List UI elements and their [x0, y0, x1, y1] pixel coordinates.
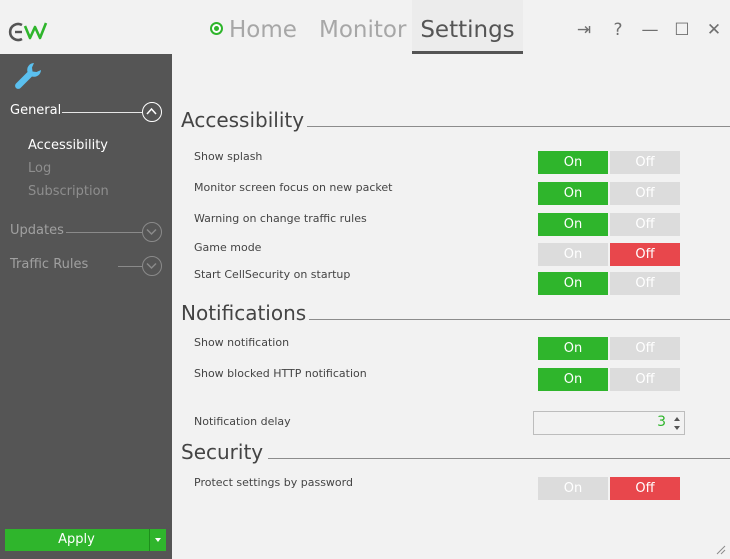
- sidebar-item-log[interactable]: Log: [28, 161, 51, 176]
- tab-settings[interactable]: Settings: [412, 0, 523, 54]
- title-bar: Home Monitor Settings ⇥ ? — ☐ ✕: [0, 0, 730, 54]
- tab-monitor-label: Monitor: [319, 17, 407, 43]
- setting-label: Warning on change traffic rules: [194, 212, 367, 225]
- toggle-off-option[interactable]: Off: [610, 182, 680, 205]
- tab-home-label: Home: [229, 17, 297, 43]
- toggle-start-on-startup[interactable]: On Off: [538, 272, 680, 295]
- toggle-on-option[interactable]: On: [538, 272, 608, 295]
- minimize-icon[interactable]: —: [640, 20, 660, 40]
- apply-dropdown-icon[interactable]: [149, 529, 166, 551]
- section-heading-security: Security: [181, 440, 264, 464]
- divider: [268, 458, 730, 459]
- sidebar-section-label: Traffic Rules: [10, 257, 89, 272]
- tab-settings-label: Settings: [420, 17, 515, 43]
- toggle-on-option[interactable]: On: [538, 477, 608, 500]
- notification-delay-stepper[interactable]: 3: [533, 411, 685, 435]
- divider: [62, 112, 142, 113]
- apply-button[interactable]: Apply: [5, 529, 166, 551]
- tab-monitor[interactable]: Monitor: [319, 0, 406, 54]
- toggle-off-option[interactable]: Off: [610, 368, 680, 391]
- toggle-off-option[interactable]: Off: [610, 151, 680, 174]
- sidebar-section-label: Updates: [10, 223, 64, 238]
- settings-panel: Accessibility Show splash On Off Monitor…: [172, 96, 730, 559]
- setting-label: Show notification: [194, 336, 290, 349]
- toggle-protect-settings-password[interactable]: On Off: [538, 477, 680, 500]
- sidebar-item-accessibility[interactable]: Accessibility: [28, 138, 108, 153]
- sidebar-section-updates[interactable]: Updates: [10, 222, 162, 242]
- pin-icon[interactable]: ⇥: [574, 20, 594, 40]
- setting-label: Game mode: [194, 241, 262, 254]
- toggle-show-notification[interactable]: On Off: [538, 337, 680, 360]
- toggle-game-mode[interactable]: On Off: [538, 243, 680, 266]
- divider: [309, 319, 730, 320]
- divider: [66, 232, 142, 233]
- section-heading-accessibility: Accessibility: [181, 108, 305, 132]
- sidebar: General Accessibility Log Subscription U…: [0, 54, 172, 559]
- toggle-blocked-http-notification[interactable]: On Off: [538, 368, 680, 391]
- setting-label: Start CellSecurity on startup: [194, 268, 351, 281]
- toggle-off-option[interactable]: Off: [610, 243, 680, 266]
- sidebar-section-general[interactable]: General: [10, 102, 162, 122]
- toggle-on-option[interactable]: On: [538, 182, 608, 205]
- apply-button-label: Apply: [58, 532, 95, 547]
- sidebar-item-subscription[interactable]: Subscription: [28, 184, 109, 199]
- home-status-icon: [210, 22, 223, 35]
- toggle-warning-traffic-rules[interactable]: On Off: [538, 213, 680, 236]
- stepper-value: 3: [657, 414, 666, 430]
- sidebar-section-label: General: [10, 103, 62, 118]
- toggle-off-option[interactable]: Off: [610, 272, 680, 295]
- toggle-on-option[interactable]: On: [538, 337, 608, 360]
- sidebar-section-traffic-rules[interactable]: Traffic Rules: [10, 256, 162, 276]
- close-icon[interactable]: ✕: [704, 20, 724, 40]
- stepper-up-icon[interactable]: [674, 417, 680, 421]
- wrench-icon: [15, 63, 41, 89]
- setting-label: Monitor screen focus on new packet: [194, 181, 393, 194]
- tab-home[interactable]: Home: [210, 0, 297, 54]
- setting-label: Notification delay: [194, 415, 291, 428]
- divider: [307, 126, 730, 127]
- setting-label: Show splash: [194, 150, 263, 163]
- stepper-down-icon[interactable]: [674, 426, 680, 430]
- toggle-off-option[interactable]: Off: [610, 213, 680, 236]
- toggle-show-splash[interactable]: On Off: [538, 151, 680, 174]
- section-heading-notifications: Notifications: [181, 301, 307, 325]
- toggle-off-option[interactable]: Off: [610, 337, 680, 360]
- chevron-up-icon[interactable]: [142, 102, 162, 122]
- help-icon[interactable]: ?: [608, 20, 628, 40]
- chevron-down-icon[interactable]: [142, 256, 162, 276]
- resize-grip-icon[interactable]: [714, 543, 726, 555]
- toggle-off-option[interactable]: Off: [610, 477, 680, 500]
- toggle-on-option[interactable]: On: [538, 151, 608, 174]
- toggle-on-option[interactable]: On: [538, 213, 608, 236]
- maximize-icon[interactable]: ☐: [672, 20, 692, 40]
- app-logo-icon: [8, 22, 48, 42]
- toggle-monitor-focus[interactable]: On Off: [538, 182, 680, 205]
- divider: [118, 266, 142, 267]
- toggle-on-option[interactable]: On: [538, 243, 608, 266]
- toggle-on-option[interactable]: On: [538, 368, 608, 391]
- setting-label: Protect settings by password: [194, 476, 353, 489]
- setting-label: Show blocked HTTP notification: [194, 367, 367, 380]
- chevron-down-icon[interactable]: [142, 222, 162, 242]
